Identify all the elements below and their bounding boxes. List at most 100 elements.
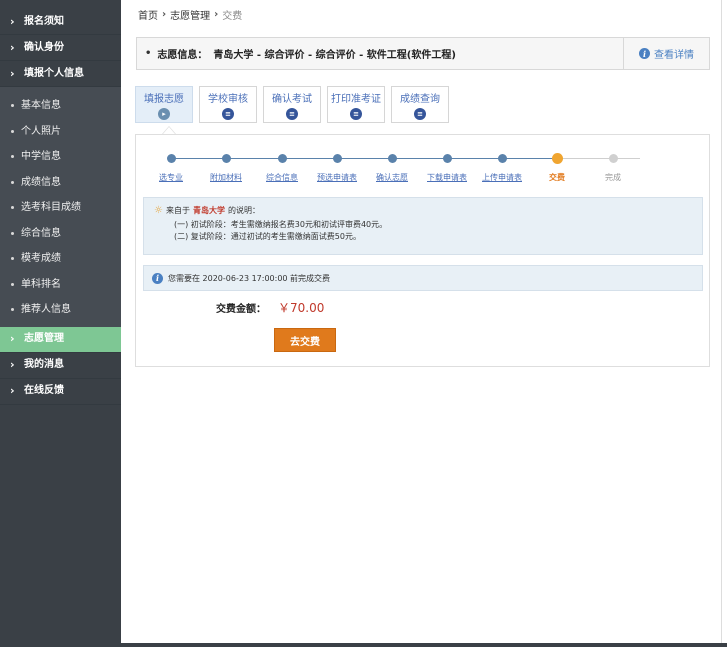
deadline-text: 您需要在 2020-06-23 17:00:00 前完成交费: [168, 273, 331, 283]
subitem-label: 成绩信息: [21, 176, 61, 188]
payment-panel: 选专业 附加材料 综合信息 预选申请表 确认志愿 下载申请表 上传申请表 交费 …: [135, 134, 710, 367]
sidebar-item-application-management[interactable]: › 志愿管理: [0, 326, 121, 353]
step-node: [166, 154, 176, 163]
notice-school: 青岛大学: [192, 206, 225, 215]
deadline-notice: i 您需要在 2020-06-23 17:00:00 前完成交费: [143, 265, 703, 291]
view-details-link[interactable]: i 查看详情: [623, 38, 709, 69]
step-download-form[interactable]: 下载申请表: [419, 149, 475, 183]
sidebar-subitem-mock-exam[interactable]: 模考成绩: [0, 246, 121, 272]
notice-prefix: 来自于: [165, 206, 190, 215]
chevron-right-icon: ›: [10, 14, 15, 28]
chevron-right-icon: ›: [10, 66, 15, 80]
main-content: 首页 › 志愿管理 › 交费 • 志愿信息： 青岛大学 - 综合评价 - 综合评…: [121, 0, 721, 643]
step-select-major[interactable]: 选专业: [143, 149, 199, 183]
tab-label: 打印准考证: [331, 93, 381, 105]
tab-score-query[interactable]: 成绩查询 ≡: [391, 86, 449, 123]
sidebar: › 报名须知 › 确认身份 › 填报个人信息 基本信息 个人照片 中学信息 成绩…: [0, 0, 121, 647]
sidebar-item-online-feedback[interactable]: › 在线反馈: [0, 379, 121, 405]
step-preselect-form[interactable]: 预选申请表: [309, 149, 365, 183]
sidebar-item-my-messages[interactable]: › 我的消息: [0, 353, 121, 379]
step-general-info[interactable]: 综合信息: [254, 149, 310, 183]
step-node: [497, 154, 507, 163]
chevron-right-icon: ›: [10, 40, 15, 54]
step-label: 预选申请表: [317, 173, 357, 182]
sidebar-subitem-general-info[interactable]: 综合信息: [0, 221, 121, 247]
step-node: [387, 154, 397, 163]
breadcrumb-home[interactable]: 首页: [138, 7, 158, 22]
step-label: 上传申请表: [482, 173, 522, 182]
page-border: [721, 0, 722, 643]
subitem-label: 模考成绩: [21, 253, 61, 264]
sidebar-subitem-photo[interactable]: 个人照片: [0, 119, 121, 145]
chevron-right-icon: ›: [10, 332, 15, 345]
step-progress: 选专业 附加材料 综合信息 预选申请表 确认志愿 下载申请表 上传申请表 交费 …: [144, 149, 644, 189]
chevron-right-icon: ›: [10, 358, 15, 371]
bullet-icon: [11, 231, 14, 235]
tab-confirm-exam[interactable]: 确认考试 ≡: [263, 86, 321, 123]
sidebar-item-confirm-identity[interactable]: › 确认身份: [0, 35, 121, 61]
step-confirm-application[interactable]: 确认志愿: [364, 149, 420, 183]
step-node: [332, 154, 342, 163]
sidebar-subitem-elective-grades[interactable]: 选考科目成绩: [0, 195, 121, 221]
application-info-bar: • 志愿信息： 青岛大学 - 综合评价 - 综合评价 - 软件工程(软件工程) …: [136, 37, 710, 70]
sidebar-subitem-high-school[interactable]: 中学信息: [0, 144, 121, 170]
tab-print-admission[interactable]: 打印准考证 ≡: [327, 86, 385, 123]
sidebar-item-label: 报名须知: [24, 15, 64, 27]
sidebar-subitem-referee[interactable]: 推荐人信息: [0, 297, 121, 323]
step-label: 完成: [605, 173, 621, 182]
step-node: [608, 154, 618, 163]
sidebar-item-personal-info[interactable]: › 填报个人信息: [0, 61, 121, 87]
sidebar-item-label: 在线反馈: [24, 385, 64, 396]
info-bullet: •: [145, 48, 152, 59]
notice-suffix: 的说明：: [227, 206, 260, 215]
step-node: [221, 154, 231, 163]
tab-pointer: [162, 126, 176, 134]
breadcrumb-current: 交费: [222, 11, 243, 22]
step-complete: 完成: [585, 149, 641, 183]
notice-line-1: (一) 初试阶段：考生需缴纳报名费30元和初试评审费40元。: [174, 220, 388, 229]
sidebar-subitem-subject-rank[interactable]: 单科排名: [0, 272, 121, 298]
doc-icon: ≡: [286, 107, 298, 120]
sidebar-item-label: 填报个人信息: [24, 67, 84, 79]
lightbulb-icon: ☼: [154, 205, 163, 216]
bottom-bar: [0, 643, 727, 647]
step-node: [277, 154, 287, 163]
view-details-label: 查看详情: [654, 50, 694, 61]
step-label: 交费: [549, 173, 565, 182]
bullet-icon: [11, 129, 14, 133]
application-info-value: 青岛大学 - 综合评价 - 综合评价 - 软件工程(软件工程): [213, 50, 456, 61]
info-icon: i: [639, 48, 650, 59]
step-node: [442, 154, 452, 163]
subitem-label: 推荐人信息: [21, 304, 71, 315]
sidebar-item-label: 确认身份: [24, 41, 64, 53]
tab-fill-application[interactable]: 填报志愿 ▸: [135, 86, 193, 123]
step-attachments[interactable]: 附加材料: [198, 149, 254, 183]
step-label: 附加材料: [210, 173, 242, 182]
breadcrumb-separator: ›: [162, 9, 167, 20]
tab-label: 学校审核: [208, 93, 248, 105]
breadcrumb-application-management[interactable]: 志愿管理: [170, 7, 210, 22]
bullet-icon: [11, 206, 14, 210]
bullet-icon: [11, 180, 14, 184]
tab-label: 填报志愿: [144, 93, 184, 105]
pay-button[interactable]: 去交费: [274, 328, 336, 352]
subitem-label: 基本信息: [21, 100, 61, 111]
notice-heading: ☼ 来自于 青岛大学 的说明：: [154, 205, 692, 216]
sidebar-subitem-basic-info[interactable]: 基本信息: [0, 93, 121, 119]
tab-label: 成绩查询: [400, 93, 440, 105]
process-tabs: 填报志愿 ▸ 学校审核 ≡ 确认考试 ≡ 打印准考证 ≡ 成绩查询 ≡: [135, 86, 449, 123]
step-payment: 交费: [529, 149, 585, 183]
application-info-label: 志愿信息：: [157, 50, 208, 61]
info-icon: i: [152, 272, 163, 284]
subitem-label: 个人照片: [21, 125, 61, 137]
step-label: 确认志愿: [376, 173, 408, 182]
fee-row: 交费金额： ￥70.00: [216, 299, 324, 316]
sidebar-item-registration-notice[interactable]: › 报名须知: [0, 9, 121, 35]
step-upload-form[interactable]: 上传申请表: [474, 149, 530, 183]
chevron-right-icon: ›: [10, 384, 15, 397]
doc-icon: ≡: [414, 107, 426, 120]
sidebar-subitem-grades[interactable]: 成绩信息: [0, 170, 121, 196]
breadcrumb: 首页 › 志愿管理 › 交费: [138, 7, 242, 22]
subitem-label: 综合信息: [21, 227, 61, 239]
tab-school-review[interactable]: 学校审核 ≡: [199, 86, 257, 123]
